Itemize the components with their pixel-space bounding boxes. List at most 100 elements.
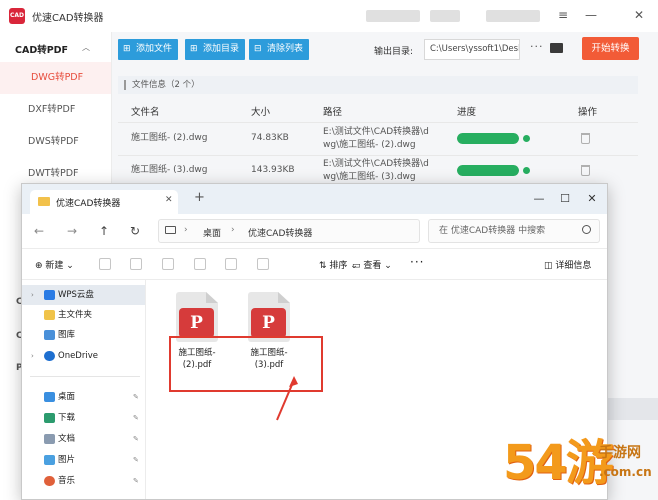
watermark-logo: 54游	[503, 435, 614, 491]
start-convert-button[interactable]: 开始转换	[582, 37, 639, 60]
open-folder-icon[interactable]	[550, 43, 563, 53]
menu-icon[interactable]: ≡	[552, 5, 574, 25]
paste-icon[interactable]	[162, 258, 174, 270]
home-icon	[44, 310, 55, 320]
nav-item-documents[interactable]: 文档 ✎	[22, 429, 145, 449]
output-directory-label: 输出目录:	[374, 47, 414, 57]
details-button[interactable]: ◫ 详细信息	[544, 258, 591, 271]
new-tab-icon[interactable]: +	[194, 191, 205, 205]
nav-item-label: OneDrive	[58, 351, 98, 361]
back-icon[interactable]: ←	[34, 224, 44, 238]
up-icon[interactable]: ↑	[99, 224, 109, 238]
nav-item-downloads[interactable]: 下载 ✎	[22, 408, 145, 428]
cloud-icon	[44, 290, 55, 300]
progress-fill	[457, 165, 519, 176]
rename-icon[interactable]	[194, 258, 206, 270]
nav-item-wps-cloud[interactable]: › WPS云盘	[22, 285, 145, 305]
app-toolbar: ⊞ 添加文件 ⊞ 添加目录 ⊟ 清除列表 输出目录: C:\Users\yssoft1…	[112, 32, 658, 68]
new-button[interactable]: ⊕ 新建 ⌄	[35, 258, 74, 271]
sidebar-item-dwg-pdf[interactable]: DWG转PDF	[0, 62, 111, 94]
chevron-right-icon[interactable]: ›	[31, 346, 34, 366]
nav-item-gallery[interactable]: 图库	[22, 325, 145, 345]
view-button[interactable]: ▭ 查看 ⌄	[352, 258, 392, 271]
breadcrumb-desktop[interactable]: 桌面	[203, 226, 221, 239]
tab-close-icon[interactable]: ✕	[165, 195, 173, 205]
column-header-filename: 文件名	[131, 107, 160, 118]
refresh-icon[interactable]: ↻	[130, 224, 140, 238]
watermark-char: 游	[565, 435, 614, 491]
minimize-icon[interactable]: —	[529, 190, 549, 208]
share-icon[interactable]	[225, 258, 237, 270]
search-input[interactable]: 在 优速CAD转换器 中搜索	[428, 219, 600, 243]
pin-icon: ✎	[133, 435, 139, 443]
progress-fill	[457, 133, 519, 144]
documents-icon	[44, 434, 55, 444]
pin-icon: ✎	[133, 456, 139, 464]
status-bar	[604, 398, 658, 420]
row-filename: 施工图纸- (3).dwg	[131, 165, 208, 175]
download-icon	[44, 413, 55, 423]
sort-label: 排序	[329, 261, 348, 271]
nav-item-onedrive[interactable]: › OneDrive	[22, 346, 145, 366]
breadcrumb-separator-icon[interactable]: ›	[184, 225, 188, 235]
nav-item-label: 文档	[58, 434, 76, 444]
nav-item-desktop[interactable]: 桌面 ✎	[22, 387, 145, 407]
breadcrumb-separator-icon[interactable]: ›	[231, 225, 235, 235]
delete-icon[interactable]	[581, 133, 590, 144]
sidebar-item-dws-pdf[interactable]: DWS转PDF	[0, 126, 111, 158]
nav-item-label: 主文件夹	[58, 310, 93, 320]
file-info-header: 文件信息（2 个）	[118, 76, 638, 94]
pin-icon: ✎	[133, 393, 139, 401]
breadcrumb-current-folder[interactable]: 优速CAD转换器	[248, 226, 312, 239]
row-size: 74.83KB	[251, 133, 289, 143]
more-options-button[interactable]: ···	[530, 40, 544, 53]
forward-icon[interactable]: →	[67, 224, 77, 238]
copy-icon[interactable]	[130, 258, 142, 270]
nav-item-pictures[interactable]: 图片 ✎	[22, 450, 145, 470]
maximize-icon[interactable]: ☐	[555, 190, 575, 208]
explorer-tab-bar: 优速CAD转换器 ✕ + — ☐ ✕	[22, 184, 607, 214]
add-file-button[interactable]: ⊞ 添加文件	[118, 39, 179, 60]
sidebar-group-cad-to-pdf[interactable]: CAD转PDF	[15, 42, 68, 56]
pin-icon: ✎	[133, 414, 139, 422]
nav-item-label: 音乐	[58, 476, 76, 486]
column-header-size: 大小	[251, 107, 271, 118]
nav-item-label: WPS云盘	[58, 290, 94, 300]
sidebar-item-dxf-pdf[interactable]: DXF转PDF	[0, 94, 111, 126]
close-icon[interactable]: ✕	[582, 190, 602, 208]
row-size: 143.93KB	[251, 165, 295, 175]
explorer-tab[interactable]: 优速CAD转换器 ✕	[30, 190, 178, 214]
cut-icon[interactable]	[99, 258, 111, 270]
blurred-account-area	[366, 10, 420, 22]
chevron-right-icon[interactable]: ›	[31, 285, 34, 305]
explorer-navigation-bar: ← → ↑ ↻ › 桌面 › 优速CAD转换器 在 优速CAD转换器 中搜索	[22, 214, 607, 248]
add-directory-button[interactable]: ⊞ 添加目录	[185, 39, 246, 60]
close-icon[interactable]: ✕	[628, 5, 650, 25]
delete-icon[interactable]	[257, 258, 269, 270]
watermark-url: .com.cn	[599, 465, 652, 479]
nav-item-label: 桌面	[58, 392, 76, 402]
complete-check-icon	[523, 135, 530, 142]
column-header-path: 路径	[323, 107, 343, 118]
nav-divider	[30, 376, 140, 377]
delete-icon[interactable]	[581, 165, 590, 176]
pin-icon: ✎	[133, 477, 139, 485]
clear-list-button[interactable]: ⊟ 清除列表	[249, 39, 310, 60]
more-button[interactable]: ···	[410, 255, 424, 269]
search-icon	[582, 225, 591, 234]
nav-item-music[interactable]: 音乐 ✎	[22, 471, 145, 491]
view-label: 查看	[363, 261, 382, 271]
nav-item-home[interactable]: 主文件夹	[22, 305, 145, 325]
chevron-up-icon[interactable]: ︿	[82, 42, 90, 53]
watermark-site-name: 手游网	[599, 445, 641, 461]
address-bar[interactable]: › 桌面 › 优速CAD转换器	[158, 219, 420, 243]
minimize-icon[interactable]: —	[580, 5, 602, 25]
monitor-icon	[165, 226, 176, 234]
watermark-number: 54	[503, 435, 568, 491]
row-filename: 施工图纸- (2).dwg	[131, 133, 208, 143]
output-path-field[interactable]: C:\Users\yssoft1\Desktop	[424, 39, 520, 60]
progress-bar	[457, 133, 519, 144]
add-directory-label: 添加目录	[203, 44, 240, 54]
gallery-icon	[44, 330, 55, 340]
onedrive-icon	[44, 351, 55, 361]
